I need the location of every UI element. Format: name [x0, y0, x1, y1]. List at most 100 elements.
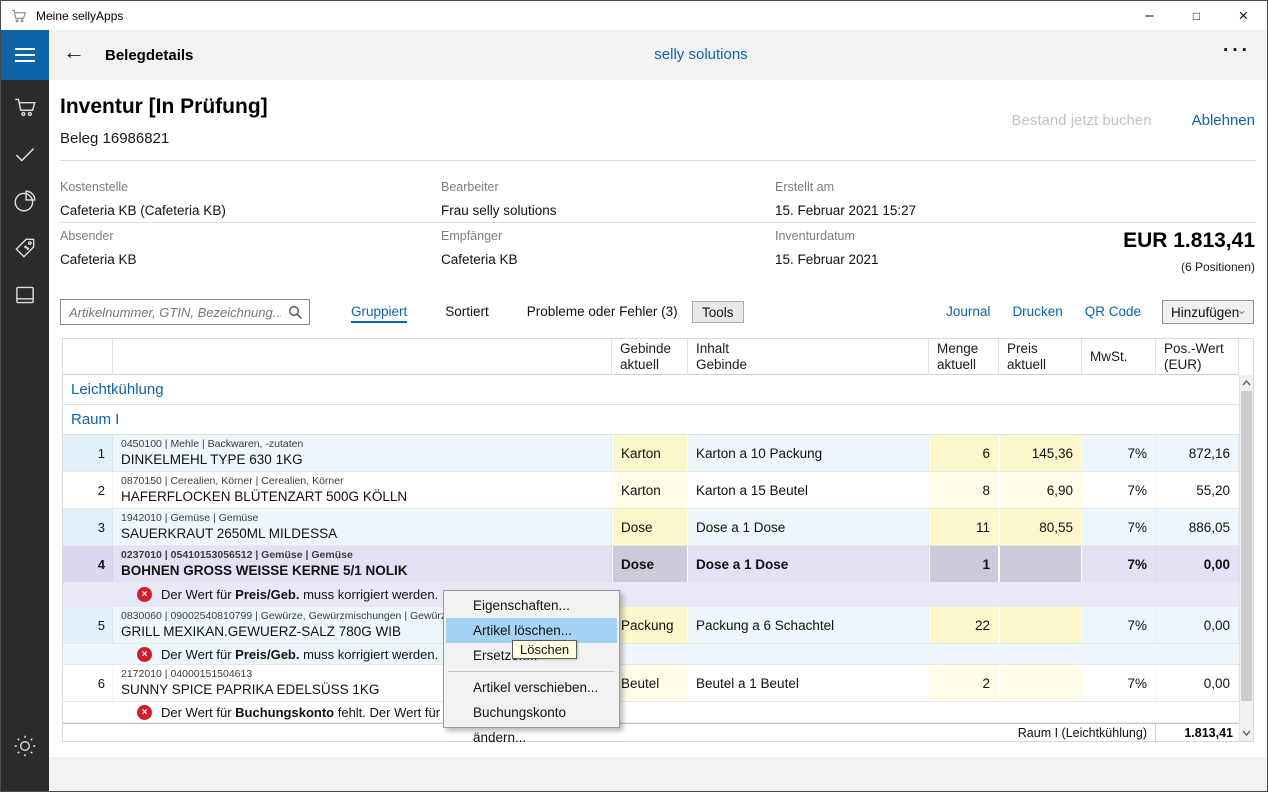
gebinde-cell[interactable]: Dose — [612, 509, 688, 545]
menu-item-artikel-verschieben[interactable]: Artikel verschieben... — [446, 675, 617, 700]
position-row-5[interactable]: 50830060 | 09002540810799 | Gewürze, Gew… — [63, 607, 1239, 644]
scroll-up-icon[interactable] — [1240, 375, 1253, 391]
book-icon[interactable] — [11, 281, 39, 309]
error-text: Der Wert für Buchungskonto fehlt. Der We… — [161, 705, 479, 720]
position-row-3[interactable]: 31942010 | Gemüse | GemüseSAUERKRAUT 265… — [63, 509, 1239, 546]
field-value: 15. Februar 2021 — [775, 252, 879, 267]
pie-chart-icon[interactable] — [11, 187, 39, 215]
position-row-4[interactable]: 40237010 | 05410153056512 | Gemüse | Gem… — [63, 546, 1239, 583]
inhalt-gebinde-cell: Karton a 10 Packung — [688, 435, 929, 471]
delete-tooltip: Löschen — [512, 640, 577, 659]
table-header: GebindeaktuellInhaltGebindeMengeaktuellP… — [63, 339, 1239, 375]
vertical-scrollbar[interactable] — [1239, 375, 1253, 741]
app-logo-icon — [10, 7, 27, 24]
book-stock-button[interactable]: Bestand jetzt buchen — [1011, 112, 1151, 129]
brand-label: selly solutions — [654, 46, 747, 63]
filter-group: Gruppiert Sortiert Probleme oder Fehler (3… — [351, 304, 678, 323]
total-amount: EUR 1.813,41 — [1123, 229, 1255, 253]
article-catalog-line: 0870150 | Cerealien, Körner | Cerealien,… — [121, 475, 344, 488]
filter-sortiert[interactable]: Sortiert — [445, 304, 489, 323]
inhalt-gebinde-cell: Packung a 6 Schachtel — [688, 607, 929, 643]
link-drucken[interactable]: Drucken — [1012, 304, 1062, 319]
menge-cell[interactable]: 11 — [929, 509, 999, 545]
search-input[interactable] — [60, 299, 310, 325]
context-menu: Eigenschaften...Artikel löschen...Ersetz… — [443, 590, 620, 728]
gebinde-cell[interactable]: Karton — [612, 435, 688, 471]
document-total: EUR 1.813,41 (6 Positionen) — [1123, 229, 1255, 274]
positions-table: GebindeaktuellInhaltGebindeMengeaktuellP… — [62, 338, 1254, 742]
position-row-2[interactable]: 2 0870150 | Cerealien, Körner | Cerealien… — [63, 472, 1239, 509]
menge-cell[interactable]: 2 — [929, 665, 999, 701]
inhalt-gebinde-cell: Dose a 1 Dose — [688, 509, 929, 545]
document-actions: Bestand jetzt buchen Ablehnen — [1011, 112, 1255, 129]
checkmark-icon[interactable] — [11, 140, 39, 168]
row-number: 6 — [63, 665, 113, 701]
add-button[interactable]: Hinzufügen — [1162, 300, 1254, 324]
group-header-row: Raum I — [63, 405, 1239, 435]
row-number: 2 — [63, 472, 113, 508]
position-row-1[interactable]: 10450100 | Mehle | Backwaren, -zutatenDI… — [63, 435, 1239, 472]
group-header-label: Leichtkühlung — [71, 381, 164, 398]
filter-probleme-oder-fehler-3[interactable]: Probleme oder Fehler (3) — [527, 304, 678, 323]
cart-icon[interactable] — [11, 93, 39, 121]
preis-cell[interactable]: 6,90 — [999, 472, 1082, 508]
inhalt-gebinde-cell: Beutel a 1 Beutel — [688, 665, 929, 701]
reject-button[interactable]: Ablehnen — [1192, 112, 1255, 129]
menge-cell[interactable]: 8 — [929, 472, 999, 508]
scrollbar-thumb[interactable] — [1241, 391, 1252, 701]
gear-icon[interactable] — [11, 732, 39, 760]
pos-wert-cell: 0,00 — [1156, 665, 1239, 701]
column-header-7: Pos.-Wert(EUR) — [1156, 339, 1239, 375]
gebinde-cell[interactable]: Packung — [612, 607, 688, 643]
document-field-bearbeiter: BearbeiterFrau selly solutions — [441, 180, 557, 218]
field-value: Cafeteria KB — [441, 252, 518, 267]
gebinde-cell[interactable]: Karton — [612, 472, 688, 508]
back-arrow-icon[interactable]: ← — [63, 39, 85, 65]
preis-cell[interactable] — [999, 607, 1082, 643]
preis-cell[interactable]: 80,55 — [999, 509, 1082, 545]
field-label: Erstellt am — [775, 180, 916, 194]
column-header-1 — [113, 339, 612, 375]
menge-cell[interactable]: 1 — [929, 546, 999, 582]
tools-button[interactable]: Tools — [692, 301, 744, 323]
group-header-row: Leichtkühlung — [63, 375, 1239, 405]
mwst-cell: 7% — [1082, 665, 1156, 701]
gebinde-cell[interactable]: Dose — [612, 546, 688, 582]
document-number: Beleg 16986821 — [60, 130, 169, 147]
scroll-down-icon[interactable] — [1240, 725, 1253, 741]
search-icon[interactable] — [288, 305, 303, 320]
error-row: ×Der Wert für Preis/Geb. muss korrigiert… — [63, 644, 1239, 665]
article-description: 0870150 | Cerealien, Körner | Cerealien,… — [113, 472, 612, 508]
pos-wert-cell: 55,20 — [1156, 472, 1239, 508]
preis-cell[interactable] — [999, 546, 1082, 582]
link-journal[interactable]: Journal — [946, 304, 990, 319]
search-box — [60, 299, 310, 325]
mwst-cell: 7% — [1082, 546, 1156, 582]
hamburger-menu-icon[interactable] — [1, 30, 49, 80]
mwst-cell: 7% — [1082, 509, 1156, 545]
more-options-icon[interactable]: ··· — [1223, 40, 1251, 62]
article-name: GRILL MEXIKAN.GEWUERZ-SALZ 780G WIB — [121, 623, 401, 640]
field-label: Inventurdatum — [775, 229, 879, 243]
preis-cell[interactable] — [999, 665, 1082, 701]
menge-cell[interactable]: 6 — [929, 435, 999, 471]
table-body: LeichtkühlungRaum I10450100 | Mehle | Ba… — [63, 375, 1239, 741]
link-qr-code[interactable]: QR Code — [1085, 304, 1141, 319]
fields-row-1: KostenstelleCafeteria KB (Cafeteria KB)B… — [60, 180, 1256, 224]
menu-item-eigenschaften[interactable]: Eigenschaften... — [446, 593, 617, 618]
position-row-6[interactable]: 62172010 | 04000151504613SUNNY SPICE PAP… — [63, 665, 1239, 702]
minimize-button[interactable]: – — [1126, 1, 1173, 30]
close-button[interactable]: × — [1220, 1, 1267, 30]
pos-wert-cell: 0,00 — [1156, 546, 1239, 582]
article-catalog-line: 2172010 | 04000151504613 — [121, 668, 252, 681]
article-catalog-line: 0450100 | Mehle | Backwaren, -zutaten — [121, 438, 303, 451]
filter-gruppiert[interactable]: Gruppiert — [351, 304, 407, 323]
pos-wert-cell: 886,05 — [1156, 509, 1239, 545]
maximize-button[interactable]: □ — [1173, 1, 1220, 30]
menu-item-buchungskonto-ändern[interactable]: Buchungskonto ändern... — [446, 700, 617, 725]
tag-icon[interactable] — [11, 234, 39, 262]
gebinde-cell[interactable]: Beutel — [612, 665, 688, 701]
menge-cell[interactable]: 22 — [929, 607, 999, 643]
preis-cell[interactable]: 145,36 — [999, 435, 1082, 471]
menu-separator — [448, 671, 615, 672]
